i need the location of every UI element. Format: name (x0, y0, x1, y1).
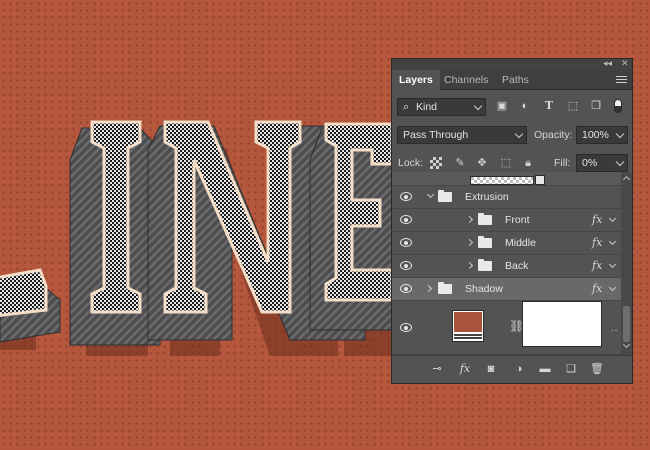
smartobject-filter-icon[interactable]: ❐ (590, 100, 602, 112)
effects-expand-icon[interactable] (608, 214, 617, 223)
new-group-icon[interactable]: ▬ (538, 363, 552, 375)
filter-kind-dropdown[interactable]: ⌕ Kind (397, 98, 486, 116)
filter-toggle-icon[interactable] (614, 99, 622, 113)
layer-name: Middle (505, 237, 536, 249)
shape-filter-icon[interactable]: ⬚ (567, 100, 579, 112)
layer-row-middle[interactable]: Middle fx (392, 232, 621, 255)
new-adjustment-icon[interactable]: ◑ (512, 363, 526, 375)
disclosure-closed-icon[interactable] (424, 284, 433, 293)
opacity-label: Opacity: (534, 129, 573, 141)
folder-icon (478, 213, 492, 225)
layer-effects-icon[interactable]: fx (592, 213, 602, 226)
layer-name: Front (505, 214, 530, 226)
lock-position-icon[interactable]: ✥ (476, 157, 488, 169)
close-panel-icon[interactable]: ✕ (621, 58, 629, 69)
lock-transparency-icon[interactable] (430, 157, 442, 169)
visibility-eye-icon[interactable] (400, 192, 412, 201)
layer-mask-thumbnail[interactable] (522, 301, 602, 347)
smart-filter-icon (535, 175, 545, 185)
adjustment-thumbnail[interactable] (452, 310, 484, 342)
fill-field[interactable]: 0% (576, 154, 628, 172)
panel-menu-icon[interactable] (616, 74, 627, 85)
folder-icon (478, 236, 492, 248)
collapse-panel-icon[interactable]: ◂◂ (603, 58, 612, 69)
layers-panel: ◂◂ ✕ Layers Channels Paths ⌕ Kind ▣ ◐ T … (391, 58, 633, 384)
effects-expand-icon[interactable] (608, 260, 617, 269)
panel-tabs: Layers Channels Paths (392, 70, 632, 90)
visibility-eye-icon[interactable] (400, 215, 412, 224)
image-filter-icon[interactable]: ▣ (496, 100, 508, 112)
panel-title-bar: ◂◂ ✕ (392, 58, 632, 70)
layer-name: Back (505, 260, 529, 272)
layer-row-back[interactable]: Back fx (392, 255, 621, 278)
visibility-eye-icon[interactable] (400, 323, 412, 332)
adjustment-filter-icon[interactable]: ◐ (519, 100, 531, 112)
lock-artboard-icon[interactable]: ⬚ (500, 157, 512, 169)
opacity-field[interactable]: 100% (576, 126, 628, 144)
letter-l-icon (0, 268, 48, 317)
effects-expand-icon[interactable] (608, 237, 617, 246)
lock-label: Lock: (398, 157, 424, 169)
layer-row-shadow[interactable]: Shadow fx (392, 278, 621, 301)
type-filter-icon[interactable]: T (543, 100, 555, 112)
new-layer-icon[interactable]: ❑ (564, 363, 578, 375)
lock-all-icon[interactable]: 🔒︎ (522, 157, 534, 169)
disclosure-open-icon[interactable] (426, 190, 435, 199)
scroll-thumb[interactable] (623, 306, 630, 342)
layer-effects-icon[interactable]: fx (592, 259, 602, 272)
search-icon: ⌕ (403, 101, 410, 113)
layer-row-adjustment[interactable]: ⛓ ·· (392, 301, 621, 355)
layer-effects-icon[interactable]: fx (592, 236, 602, 249)
layer-effects-icon[interactable]: fx (592, 282, 602, 295)
layer-row-partial[interactable] (392, 172, 621, 186)
tab-layers[interactable]: Layers (392, 70, 440, 90)
tab-paths[interactable]: Paths (495, 70, 536, 90)
fill-label: Fill: (554, 157, 571, 169)
link-layers-icon[interactable]: ⊸ (430, 363, 444, 375)
disclosure-closed-icon[interactable] (465, 238, 474, 247)
filter-kind-label: Kind (416, 101, 438, 113)
folder-icon (438, 190, 452, 202)
blend-mode-dropdown[interactable]: Pass Through (397, 126, 527, 144)
visibility-eye-icon[interactable] (400, 238, 412, 247)
folder-icon (478, 259, 492, 271)
chevron-down-icon (473, 101, 483, 111)
tab-channels[interactable]: Channels (437, 70, 495, 90)
more-icon: ·· (611, 325, 618, 336)
delete-layer-icon[interactable]: 🗑︎ (590, 363, 604, 375)
color-swatch (454, 312, 482, 332)
visibility-eye-icon[interactable] (400, 284, 412, 293)
layer-name: Extrusion (465, 191, 509, 203)
scroll-up-icon[interactable] (622, 175, 631, 184)
layer-row-front[interactable]: Front fx (392, 209, 621, 232)
chevron-down-icon (615, 157, 625, 167)
fill-value: 0% (582, 157, 598, 169)
layers-bottom-bar: ⊸ fx ◙ ◑ ▬ ❑ 🗑︎ (392, 355, 632, 383)
chevron-down-icon (514, 129, 524, 139)
disclosure-closed-icon[interactable] (465, 261, 474, 270)
scroll-down-icon[interactable] (622, 340, 631, 349)
add-style-icon[interactable]: fx (458, 363, 472, 375)
layer-thumbnail (470, 176, 534, 185)
layer-row-extrusion[interactable]: Extrusion (392, 186, 621, 209)
visibility-eye-icon[interactable] (400, 261, 412, 270)
layers-scrollbar[interactable] (621, 172, 632, 355)
add-mask-icon[interactable]: ◙ (484, 363, 498, 375)
disclosure-closed-icon[interactable] (465, 215, 474, 224)
opacity-value: 100% (582, 129, 609, 141)
chevron-down-icon (615, 129, 625, 139)
effects-expand-icon[interactable] (608, 283, 617, 292)
layers-list[interactable]: Extrusion Front fx Middle fx Back fx Sha… (392, 172, 621, 355)
lock-pixels-icon[interactable]: ✎ (454, 157, 466, 169)
layer-name: Shadow (465, 283, 503, 295)
blend-mode-value: Pass Through (403, 129, 469, 141)
folder-icon (438, 282, 452, 294)
